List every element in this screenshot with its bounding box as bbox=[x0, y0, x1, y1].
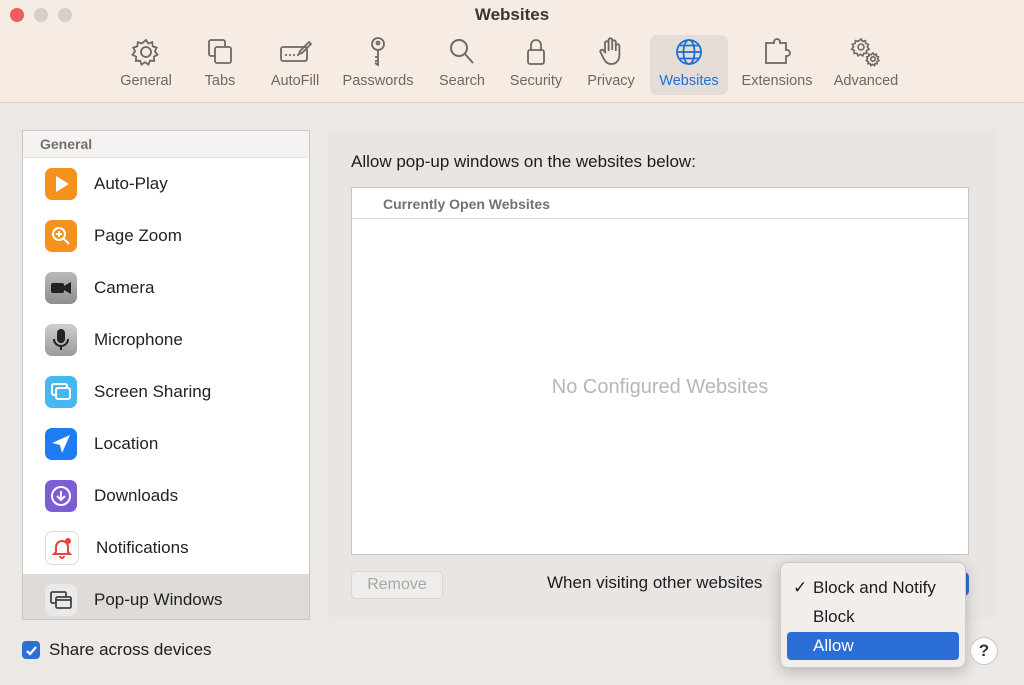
window-title: Websites bbox=[0, 5, 1024, 25]
tab-passwords[interactable]: Passwords bbox=[338, 35, 418, 95]
sidebar-item-label: Camera bbox=[94, 278, 154, 298]
zoom-icon bbox=[45, 220, 77, 252]
sidebar-item-label: Location bbox=[94, 434, 158, 454]
other-websites-label: When visiting other websites bbox=[547, 573, 762, 593]
sidebar-item-microphone[interactable]: Microphone bbox=[23, 314, 309, 366]
play-icon bbox=[45, 168, 77, 200]
hand-icon bbox=[594, 35, 628, 69]
menu-item-label: Block and Notify bbox=[813, 574, 936, 602]
sidebar-item-pop-up-windows[interactable]: Pop-up Windows bbox=[23, 574, 309, 620]
table-header-currently-open[interactable]: Currently Open Websites bbox=[352, 188, 968, 219]
popup-windows-icon bbox=[45, 584, 77, 616]
share-across-devices-label: Share across devices bbox=[49, 640, 212, 660]
tab-privacy[interactable]: Privacy bbox=[582, 35, 640, 95]
location-icon bbox=[45, 428, 77, 460]
lock-icon bbox=[519, 35, 553, 69]
tab-general-label: General bbox=[120, 73, 172, 89]
key-icon bbox=[361, 35, 395, 69]
menu-item-allow[interactable]: Allow bbox=[787, 632, 959, 660]
tab-websites-label: Websites bbox=[659, 73, 718, 89]
websites-table[interactable]: Currently Open Websites No Configured We… bbox=[351, 187, 969, 555]
other-websites-dropdown-menu: ✓ Block and Notify Block Allow bbox=[780, 562, 966, 668]
download-icon bbox=[45, 480, 77, 512]
tab-privacy-label: Privacy bbox=[587, 73, 635, 89]
tab-autofill-label: AutoFill bbox=[271, 73, 319, 89]
menu-item-block[interactable]: Block bbox=[787, 603, 959, 631]
sidebar-item-label: Page Zoom bbox=[94, 226, 182, 246]
help-button[interactable]: ? bbox=[970, 637, 998, 665]
menu-item-label: Block bbox=[813, 603, 855, 631]
sidebar-item-camera[interactable]: Camera bbox=[23, 262, 309, 314]
sidebar-item-screen-sharing[interactable]: Screen Sharing bbox=[23, 366, 309, 418]
globe-icon bbox=[672, 35, 706, 69]
empty-table-message: No Configured Websites bbox=[352, 376, 968, 399]
sidebar-header: General bbox=[23, 131, 309, 158]
search-icon bbox=[445, 35, 479, 69]
tab-search-label: Search bbox=[439, 73, 485, 89]
tab-passwords-label: Passwords bbox=[343, 73, 414, 89]
share-across-devices-checkbox[interactable] bbox=[22, 641, 40, 659]
sidebar-item-location[interactable]: Location bbox=[23, 418, 309, 470]
share-across-devices[interactable]: Share across devices bbox=[22, 640, 212, 660]
tabs-icon bbox=[203, 35, 237, 69]
tab-advanced[interactable]: Advanced bbox=[828, 35, 904, 95]
checkmark-icon: ✓ bbox=[793, 574, 813, 602]
sidebar-item-label: Microphone bbox=[94, 330, 183, 350]
sidebar-item-label: Notifications bbox=[96, 538, 189, 558]
remove-button[interactable]: Remove bbox=[351, 571, 443, 599]
camera-icon bbox=[45, 272, 77, 304]
gear-icon bbox=[129, 35, 163, 69]
autofill-icon bbox=[278, 35, 312, 69]
sidebar-item-label: Screen Sharing bbox=[94, 382, 211, 402]
sidebar-item-label: Pop-up Windows bbox=[94, 590, 223, 610]
gears-icon bbox=[849, 35, 883, 69]
tab-tabs-label: Tabs bbox=[205, 73, 236, 89]
title-bar: Websites General Tabs AutoFill Passwords bbox=[0, 0, 1024, 103]
sidebar-item-auto-play[interactable]: Auto-Play bbox=[23, 158, 309, 210]
sidebar-item-downloads[interactable]: Downloads bbox=[23, 470, 309, 522]
sidebar-item-label: Auto-Play bbox=[94, 174, 168, 194]
sidebar-item-page-zoom[interactable]: Page Zoom bbox=[23, 210, 309, 262]
tab-search[interactable]: Search bbox=[434, 35, 490, 95]
tab-advanced-label: Advanced bbox=[834, 73, 899, 89]
tab-extensions[interactable]: Extensions bbox=[735, 35, 819, 95]
tab-security-label: Security bbox=[510, 73, 562, 89]
tab-tabs[interactable]: Tabs bbox=[195, 35, 245, 95]
tab-extensions-label: Extensions bbox=[742, 73, 813, 89]
puzzle-icon bbox=[760, 35, 794, 69]
tab-security[interactable]: Security bbox=[504, 35, 568, 95]
tab-websites[interactable]: Websites bbox=[650, 35, 728, 95]
tab-general[interactable]: General bbox=[113, 35, 179, 95]
menu-item-label: Allow bbox=[813, 632, 854, 660]
sidebar-item-label: Downloads bbox=[94, 486, 178, 506]
menu-item-block-and-notify[interactable]: ✓ Block and Notify bbox=[787, 574, 959, 602]
microphone-icon bbox=[45, 324, 77, 356]
content-heading: Allow pop-up windows on the websites bel… bbox=[351, 152, 696, 172]
sidebar-item-notifications[interactable]: Notifications bbox=[23, 522, 309, 574]
check-icon bbox=[25, 644, 38, 657]
screen-sharing-icon bbox=[45, 376, 77, 408]
bell-icon bbox=[45, 531, 79, 565]
sidebar: General Auto-Play Page Zoom Camera Micro… bbox=[22, 130, 310, 620]
tab-autofill[interactable]: AutoFill bbox=[265, 35, 325, 95]
